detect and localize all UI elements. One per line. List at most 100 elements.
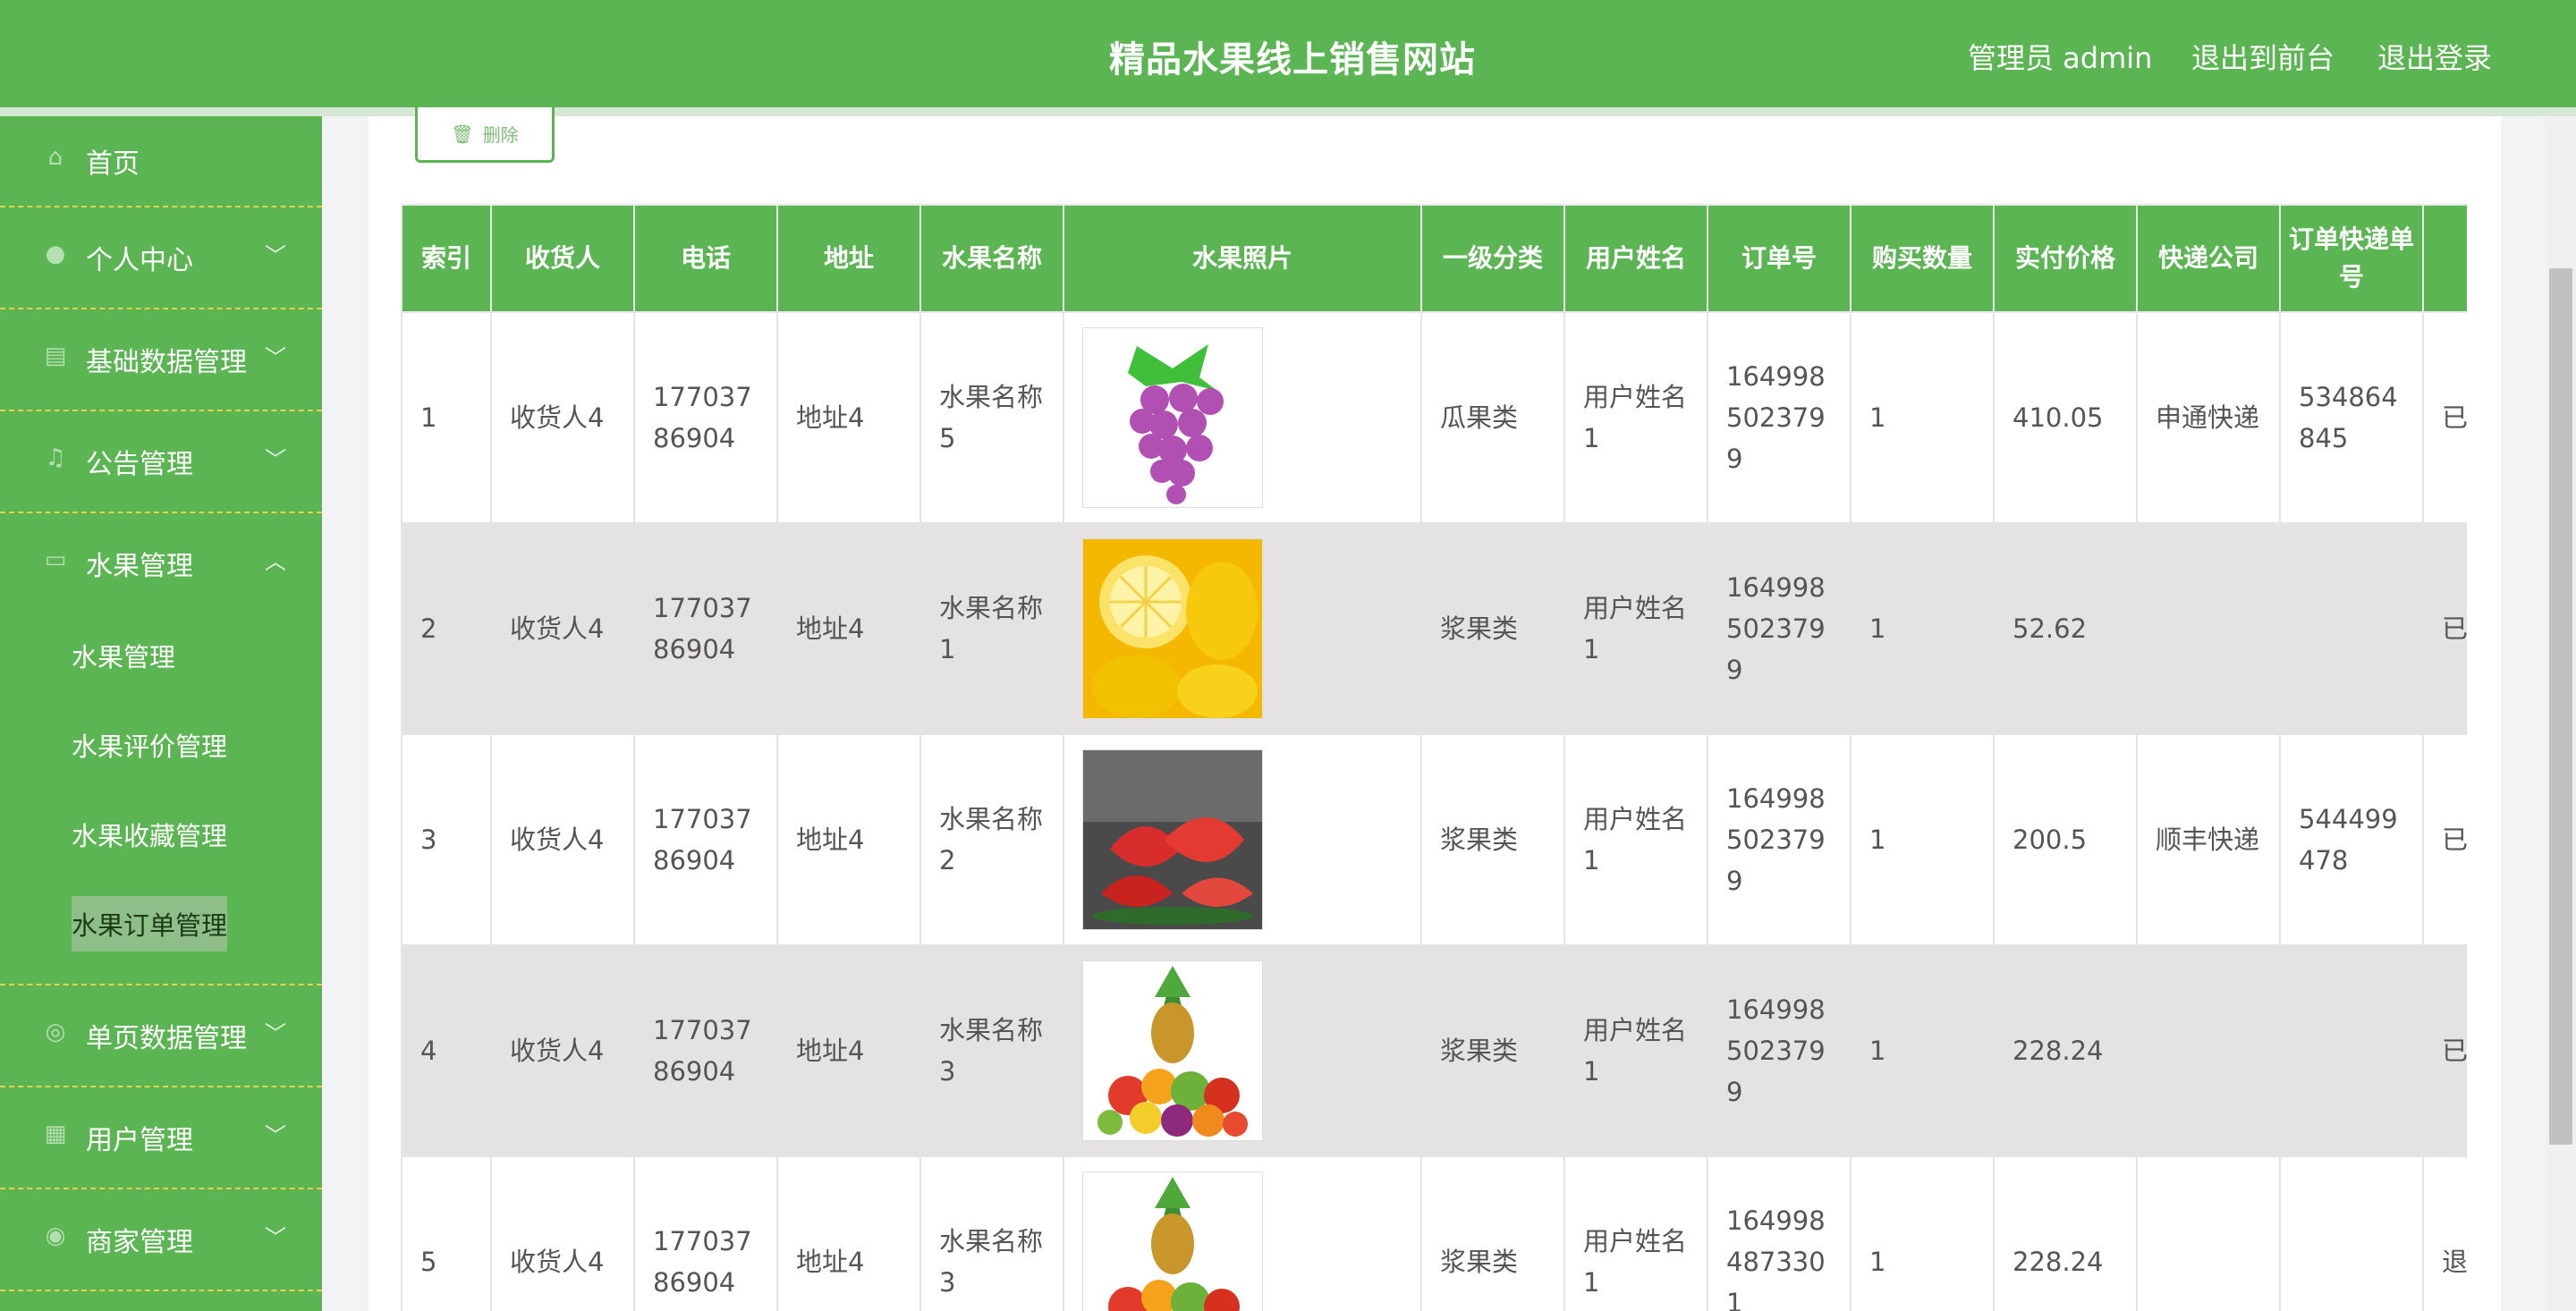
table-row[interactable]: 5 收货人4 17703786904 地址4 水果名称3 浆果类 用户姓名1 1… (401, 1155, 2467, 1311)
header-address[interactable]: 地址 (776, 204, 921, 313)
cell-status: 退 (2422, 1155, 2467, 1311)
chevron-down-icon: ﹀ (265, 243, 286, 268)
chevron-down-icon: ﹀ (265, 1021, 286, 1046)
table-header-row: 索引 收货人 电话 地址 水果名称 水果照片 一级分类 用户姓名 订单号 购买数… (401, 204, 2467, 313)
header-username[interactable]: 用户姓名 (1563, 204, 1708, 313)
cell-fruit-photo (1063, 944, 1422, 1157)
folder-icon: ▭ (44, 546, 67, 573)
header-divider (0, 107, 2576, 116)
cell-index: 4 (401, 944, 492, 1157)
sidebar-item-merchants[interactable]: ◉ 商家管理 ﹀ (0, 1189, 322, 1291)
cell-username: 用户姓名1 (1563, 311, 1708, 524)
header-quantity[interactable]: 购买数量 (1850, 204, 1995, 313)
grapes-image[interactable] (1082, 327, 1263, 508)
cell-tracking (2279, 522, 2424, 735)
sidebar-item-single-page[interactable]: ◎ 单页数据管理 ﹀ (0, 985, 322, 1087)
cell-category: 瓜果类 (1420, 311, 1565, 524)
header-status[interactable]: 订 (2422, 204, 2467, 313)
sidebar-item-label: 首页 (86, 148, 140, 180)
sidebar-item-notice[interactable]: ♫ 公告管理 ﹀ (0, 411, 322, 513)
header-phone[interactable]: 电话 (633, 204, 778, 313)
table-row[interactable]: 1 收货人4 17703786904 地址4 水果名称5 瓜果类 用户姓名1 1… (401, 311, 2467, 524)
fruit-submenu: 水果管理 水果评价管理 水果收藏管理 水果订单管理 (0, 613, 322, 985)
cell-address: 地址4 (776, 1155, 921, 1311)
sidebar-item-home[interactable]: ⌂ 首页 (0, 116, 322, 207)
cell-index: 2 (401, 522, 492, 735)
sidebar-item-label: 公告管理 (86, 449, 193, 480)
top-header: 精品水果线上销售网站 管理员 admin 退出到前台 退出登录 (0, 0, 2576, 107)
cell-username: 用户姓名1 (1563, 1155, 1708, 1311)
cell-username: 用户姓名1 (1563, 733, 1708, 946)
header-category[interactable]: 一级分类 (1420, 204, 1565, 313)
logout-link[interactable]: 退出登录 (2377, 36, 2492, 77)
shop-icon: ◉ (45, 1222, 66, 1249)
cell-receiver: 收货人4 (490, 1155, 635, 1311)
submenu-item-fruit-favorite[interactable]: 水果收藏管理 (72, 816, 227, 853)
table-row[interactable]: 3 收货人4 17703786904 地址4 水果名称2 浆果类 用户姓名1 1… (401, 733, 2467, 946)
sidebar-item-label: 单页数据管理 (86, 1023, 247, 1054)
cell-status: 已 (2422, 522, 2467, 735)
cell-receiver: 收货人4 (490, 944, 635, 1157)
sidebar-item-profile[interactable]: ● 个人中心 ﹀ (0, 207, 322, 309)
cell-fruit-name: 水果名称3 (919, 944, 1064, 1157)
cell-courier: 申通快递 (2136, 311, 2281, 524)
sidebar-item-fruit[interactable]: ▭ 水果管理 ︿ (0, 513, 322, 613)
table-row[interactable]: 2 收货人4 17703786904 地址4 水果名称1 浆果类 用户姓名1 1… (401, 522, 2467, 735)
header-tracking[interactable]: 订单快递单号 (2279, 204, 2424, 313)
cell-fruit-photo (1063, 733, 1422, 946)
cell-category: 浆果类 (1420, 522, 1565, 735)
sidebar-item-base-data[interactable]: ▤ 基础数据管理 ﹀ (0, 309, 322, 411)
chevron-down-icon: ﹀ (265, 1123, 286, 1148)
cell-fruit-name: 水果名称3 (919, 1155, 1064, 1311)
chevron-down-icon: ﹀ (265, 345, 286, 370)
lemons-image[interactable] (1082, 538, 1263, 719)
site-title: 精品水果线上销售网站 (1109, 39, 1476, 80)
header-fruit-photo[interactable]: 水果照片 (1063, 204, 1422, 313)
delete-button-label: 删除 (482, 124, 519, 146)
cell-phone: 17703786904 (633, 311, 778, 524)
cell-fruit-name: 水果名称2 (919, 733, 1064, 946)
fruit-pile-image[interactable] (1082, 960, 1263, 1141)
header-order-no[interactable]: 订单号 (1707, 204, 1852, 313)
sidebar-item-users[interactable]: ▦ 用户管理 ﹀ (0, 1087, 322, 1189)
chevron-up-icon: ︿ (265, 549, 286, 574)
cell-fruit-name: 水果名称1 (919, 522, 1064, 735)
cell-address: 地址4 (776, 311, 921, 524)
header-receiver[interactable]: 收货人 (490, 204, 635, 313)
strawberries-image[interactable] (1082, 749, 1263, 930)
cell-courier: 顺丰快递 (2136, 733, 2281, 946)
cell-price: 228.24 (1993, 1155, 2138, 1311)
table-row[interactable]: 4 收货人4 17703786904 地址4 水果名称3 浆果类 用户姓名1 1… (401, 944, 2467, 1157)
cell-order-no: 1649985023799 (1707, 733, 1852, 946)
page-scrollbar-thumb[interactable] (2549, 268, 2572, 1145)
cell-quantity: 1 (1850, 733, 1995, 946)
admin-label: 管理员 admin (1968, 41, 2153, 75)
submenu-item-fruit-order[interactable]: 水果订单管理 (72, 896, 228, 952)
cell-category: 浆果类 (1420, 1155, 1565, 1311)
cell-index: 3 (401, 733, 492, 946)
cell-status: 已 (2422, 311, 2467, 524)
header-price[interactable]: 实付价格 (1993, 204, 2138, 313)
chevron-down-icon: ﹀ (265, 1225, 286, 1250)
cell-fruit-name: 水果名称5 (919, 311, 1064, 524)
home-icon: ⌂ (47, 144, 64, 171)
submenu-item-fruit[interactable]: 水果管理 (72, 637, 175, 674)
header-courier[interactable]: 快递公司 (2136, 204, 2281, 313)
cell-category: 浆果类 (1420, 733, 1565, 946)
delete-button[interactable]: 🗑 删除 (415, 107, 555, 163)
header-fruit-name[interactable]: 水果名称 (919, 204, 1064, 313)
sidebar-item-label: 商家管理 (86, 1227, 193, 1258)
sidebar-item-label: 用户管理 (86, 1125, 193, 1156)
exit-to-front-link[interactable]: 退出到前台 (2191, 36, 2334, 77)
cell-quantity: 1 (1850, 1155, 1995, 1311)
cell-courier (2136, 1155, 2281, 1311)
fruit-pile-image[interactable] (1082, 1171, 1263, 1311)
cell-phone: 17703786904 (633, 733, 778, 946)
sidebar-item-label: 基础数据管理 (86, 347, 247, 378)
header-index[interactable]: 索引 (401, 204, 492, 313)
cell-tracking: 544499478 (2279, 733, 2424, 946)
cell-price: 410.05 (1993, 311, 2138, 524)
submenu-item-fruit-review[interactable]: 水果评价管理 (72, 726, 227, 764)
cell-quantity: 1 (1850, 944, 1995, 1157)
cell-tracking: 534864845 (2279, 311, 2424, 524)
